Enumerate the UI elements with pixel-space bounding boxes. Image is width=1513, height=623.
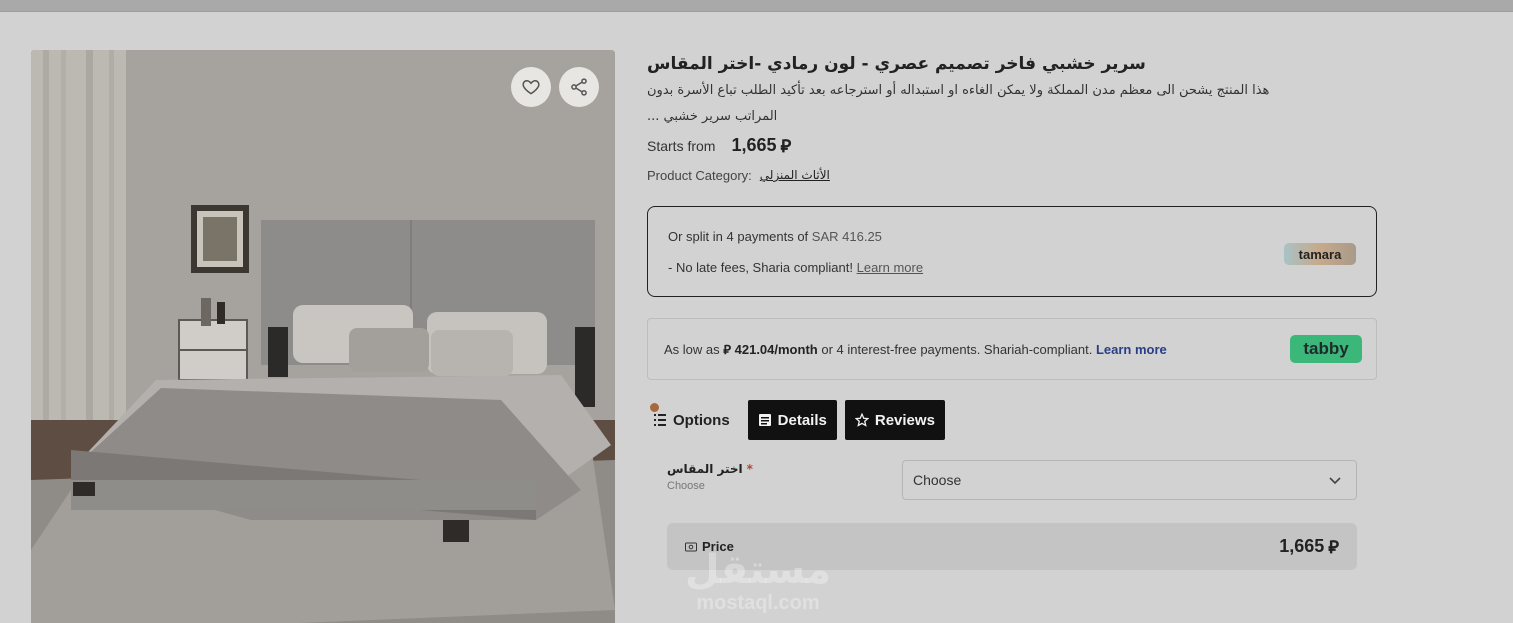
share-icon [571, 78, 587, 96]
price-label: Price [685, 539, 734, 554]
size-option-label: اختر المقاس * Choose [667, 462, 787, 492]
size-hint: Choose [667, 480, 705, 492]
tabby-amount: 421.04/month [734, 342, 818, 357]
description-line: هذا المنتج يشحن الى معظم مدن المملكة ولا… [647, 83, 1270, 98]
tamara-fees-text: - No late fees, Sharia compliant! Learn … [668, 260, 923, 275]
tab-options[interactable]: Options [647, 400, 740, 440]
price-total-value: 1,665 [1279, 536, 1325, 556]
tamara-widget: Or split in 4 payments of SAR 416.25 - N… [647, 206, 1377, 297]
heart-icon [522, 79, 540, 95]
category-label: Product Category: [647, 168, 752, 183]
price-label-text: Price [702, 539, 734, 554]
notification-dot [650, 403, 659, 412]
tab-reviews[interactable]: Reviews [844, 400, 945, 440]
tab-options-label: Options [673, 411, 730, 429]
product-description: هذا المنتج يشحن الى معظم مدن المملكة ولا… [647, 78, 1347, 130]
tamara-split-label: Or split in 4 payments of [668, 229, 809, 244]
tamara-split-text: Or split in 4 payments of SAR 416.25 [668, 229, 882, 244]
money-icon [685, 542, 697, 551]
chevron-down-icon [1329, 477, 1341, 485]
product-image[interactable] [31, 50, 615, 623]
tabby-suffix: or 4 interest-free payments. Shariah-com… [821, 342, 1093, 357]
tab-details[interactable]: Details [747, 400, 837, 440]
top-bar [0, 0, 1513, 12]
product-info: سرير خشبي فاخر تصميم عصري - لون رمادي -ا… [647, 50, 1377, 570]
product-title: سرير خشبي فاخر تصميم عصري - لون رمادي -ا… [647, 54, 1146, 74]
tab-details-label: Details [777, 411, 827, 429]
tab-reviews-label: Reviews [874, 411, 935, 429]
product-price: 1,665 ⃁ [731, 134, 791, 157]
product-tabs: Options Details Reviews [647, 400, 945, 440]
star-icon [854, 413, 869, 427]
size-label-text: اختر المقاس [667, 462, 743, 476]
riyal-icon: ⃁ [723, 343, 731, 358]
tamara-learn-more-link[interactable]: Learn more [857, 260, 923, 275]
category-link[interactable]: الأثاث المنزلي [760, 168, 830, 188]
tamara-fees-label: - No late fees, Sharia compliant! [668, 260, 853, 275]
tabby-learn-more-link[interactable]: Learn more [1096, 342, 1167, 357]
bed-photo-illustration [31, 50, 615, 623]
page-content: سرير خشبي فاخر تصميم عصري - لون رمادي -ا… [0, 12, 1513, 623]
price-summary: Price 1,665 ⃁ [667, 523, 1357, 570]
riyal-icon: ⃁ [1328, 537, 1339, 558]
price-value-total: 1,665 ⃁ [1279, 535, 1339, 558]
watermark-latin: mostaql.com [696, 592, 820, 614]
tabby-widget: As low as ⃁ 421.04/month or 4 interest-f… [647, 318, 1377, 380]
size-select-value: Choose [913, 472, 962, 488]
tabby-text: As low as ⃁ 421.04/month or 4 interest-f… [664, 341, 1167, 358]
size-select[interactable]: Choose [902, 460, 1357, 500]
wishlist-button[interactable] [511, 67, 551, 107]
tamara-logo: tamara [1284, 243, 1356, 265]
price-value: 1,665 [731, 135, 777, 155]
list-icon [654, 414, 666, 426]
size-label: اختر المقاس * [667, 462, 787, 476]
tabby-prefix: As low as [664, 342, 720, 357]
description-line: المراتب سرير خشبي ... [647, 109, 778, 124]
starts-from-label: Starts from [647, 138, 716, 154]
riyal-icon: ⃁ [780, 136, 792, 157]
tabby-logo: tabby [1290, 335, 1362, 363]
required-asterisk: * [746, 462, 753, 476]
tamara-amount: SAR 416.25 [811, 229, 882, 244]
category-row: Product Category: الأثاث المنزلي [647, 168, 1377, 188]
book-icon [758, 414, 771, 426]
share-button[interactable] [559, 67, 599, 107]
price-row: Starts from 1,665 ⃁ [647, 134, 1377, 160]
